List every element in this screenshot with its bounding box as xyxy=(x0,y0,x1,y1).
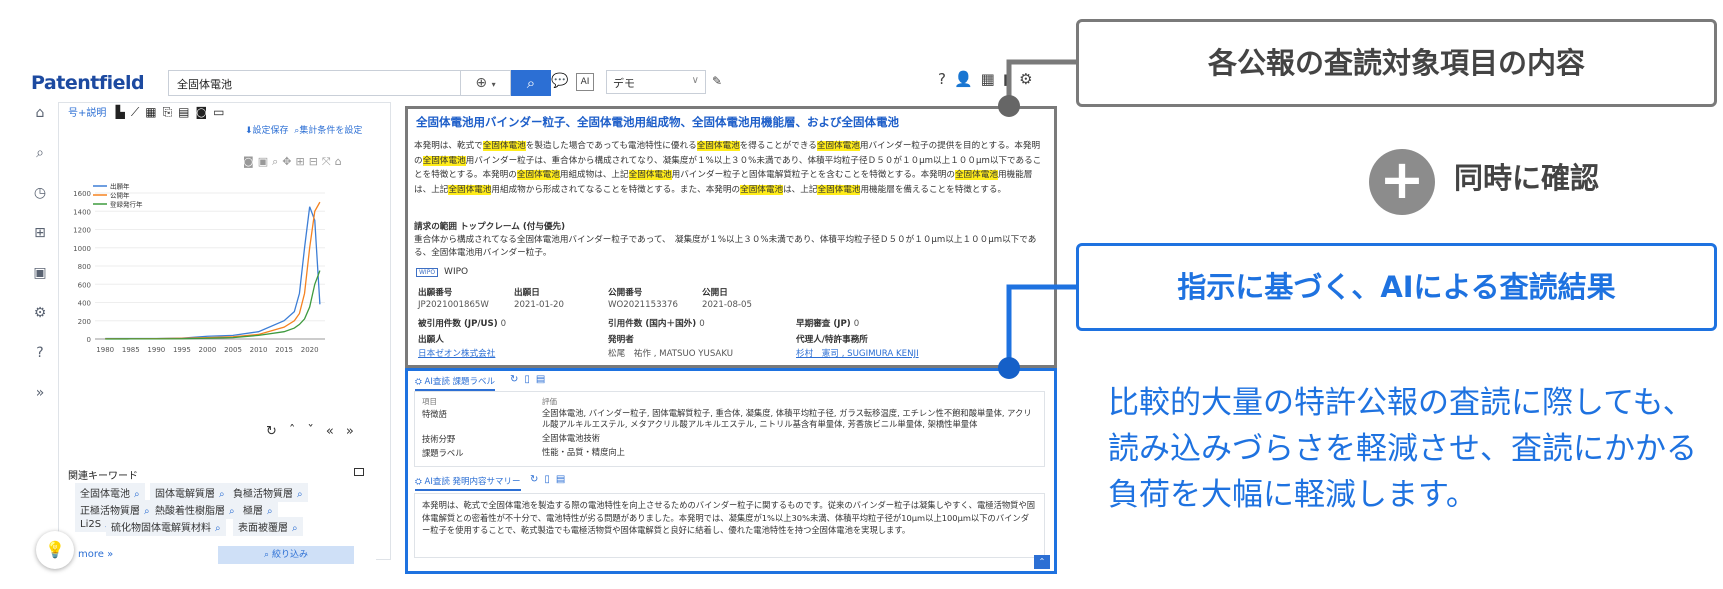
callout-document-items: 各公報の査読対象項目の内容 xyxy=(1076,19,1717,107)
connector-blue xyxy=(1006,284,1076,368)
callout-ai-result: 指示に基づく、AIによる査読結果 xyxy=(1076,243,1717,331)
plus-caption: 同時に確認 xyxy=(1454,161,1600,195)
connector-dot-blue xyxy=(998,357,1020,379)
description-text: 比較的大量の特許公報の査読に際しても、読み込みづらさを軽減させ、査読にかかる負荷… xyxy=(1108,385,1697,513)
plus-icon: + xyxy=(1369,149,1435,215)
connector-dot-gray xyxy=(998,95,1020,117)
connector-gray xyxy=(1006,59,1076,106)
